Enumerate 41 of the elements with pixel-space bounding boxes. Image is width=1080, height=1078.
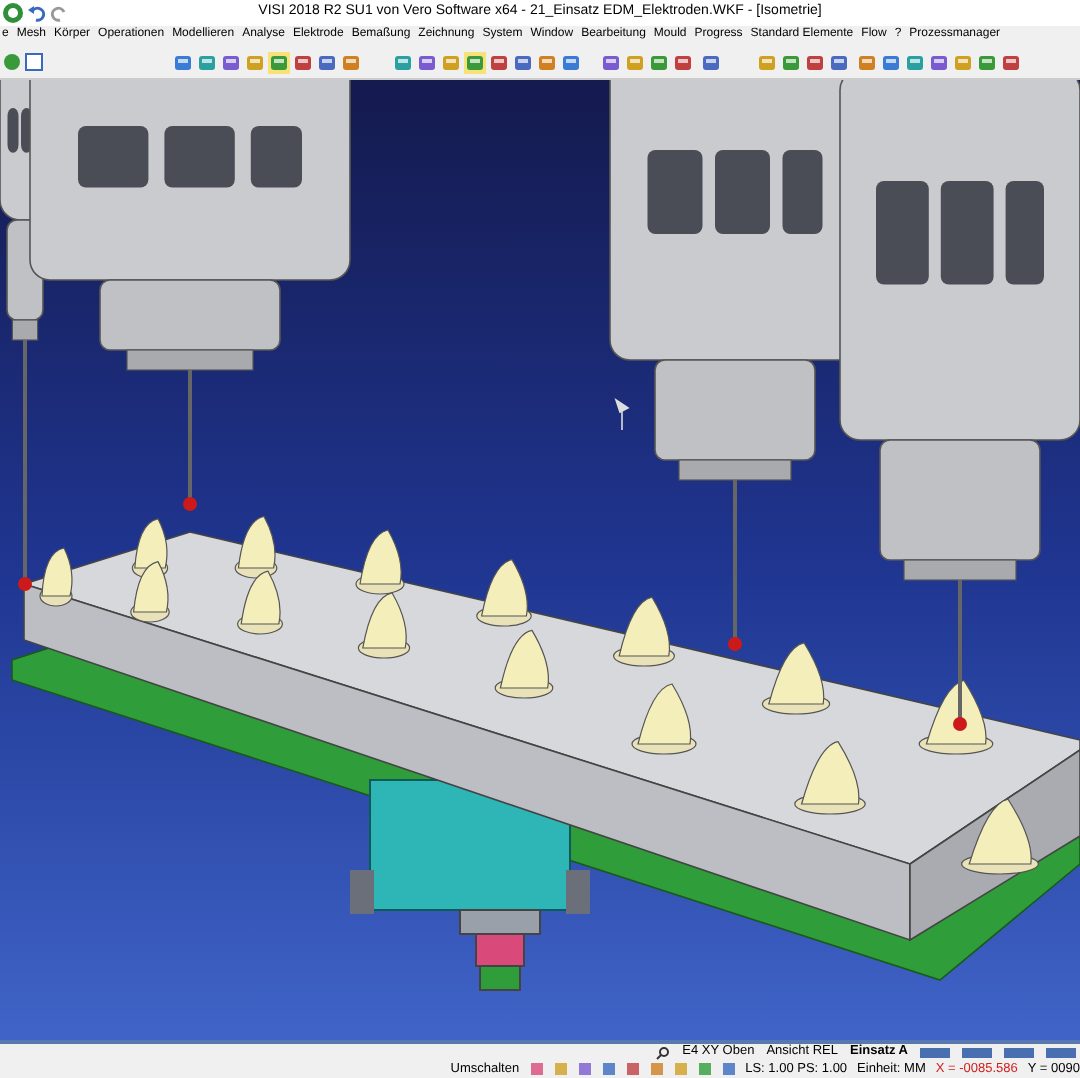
- tool-icon[interactable]: [1000, 52, 1022, 74]
- tool-icon[interactable]: [780, 52, 802, 74]
- redo-icon[interactable]: [50, 4, 68, 22]
- tool-icon[interactable]: [904, 52, 926, 74]
- tool-icon[interactable]: [440, 52, 462, 74]
- undo-icon[interactable]: [28, 4, 46, 22]
- tool-icon[interactable]: [880, 52, 902, 74]
- status-indicator: [1004, 1047, 1034, 1057]
- circle-icon[interactable]: [2, 52, 22, 72]
- tool-icon[interactable]: [828, 52, 850, 74]
- cursor-icon: [615, 399, 630, 431]
- tool-icon[interactable]: [464, 52, 486, 74]
- tool-icon[interactable]: [196, 52, 218, 74]
- tool-icon[interactable]: [416, 52, 438, 74]
- tool-icon[interactable]: [600, 52, 622, 74]
- tool-icon[interactable]: [672, 52, 694, 74]
- tool-icon[interactable]: [244, 52, 266, 74]
- square-icon[interactable]: [24, 52, 44, 72]
- status-indicator: [1046, 1047, 1076, 1057]
- tool-icon[interactable]: [624, 52, 646, 74]
- tool-icon[interactable]: [220, 52, 242, 74]
- tool-icon[interactable]: [952, 52, 974, 74]
- tool-icon[interactable]: [316, 52, 338, 74]
- tool-icon[interactable]: [292, 52, 314, 74]
- tool-icon[interactable]: [756, 52, 778, 74]
- tool-icon[interactable]: [512, 52, 534, 74]
- tool-icon[interactable]: [648, 52, 670, 74]
- tool-icon[interactable]: [172, 52, 194, 74]
- status-indicator: [920, 1047, 950, 1057]
- tool-icon[interactable]: [856, 52, 878, 74]
- tool-icon[interactable]: [268, 52, 290, 74]
- tool-icon[interactable]: [488, 52, 510, 74]
- tool-icon[interactable]: [804, 52, 826, 74]
- tool-icon[interactable]: [392, 52, 414, 74]
- tool-icon[interactable]: [976, 52, 998, 74]
- tool-icon[interactable]: [536, 52, 558, 74]
- status-indicator: [962, 1047, 992, 1057]
- tool-icon[interactable]: [560, 52, 582, 74]
- tool-icon[interactable]: [700, 52, 722, 74]
- tool-icon[interactable]: [340, 52, 362, 74]
- tool-icon[interactable]: [928, 52, 950, 74]
